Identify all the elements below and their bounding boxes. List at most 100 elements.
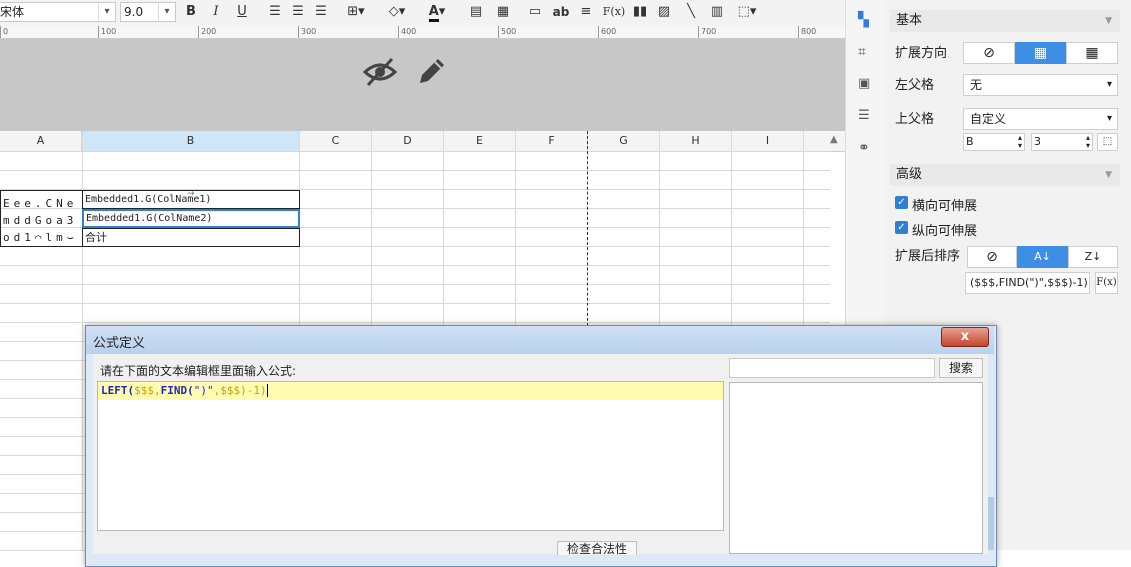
h-extend-checkbox[interactable]: ✓ [895, 196, 908, 209]
ruler-tick: 400 [398, 26, 416, 38]
column-header-e[interactable]: E [444, 131, 516, 151]
italic-button[interactable]: I [208, 3, 224, 21]
chevron-down-icon: ▾ [98, 3, 115, 21]
cell-style-icon[interactable]: ⌗ [858, 44, 874, 60]
column-header-c[interactable]: C [300, 131, 372, 151]
h-extend-label: 横向可伸展 [912, 199, 978, 214]
check-validity-button[interactable]: 检查合法性 [557, 541, 637, 555]
column-header-d[interactable]: D [372, 131, 444, 151]
subreport-icon[interactable]: ▥ [708, 3, 726, 21]
expand-arrow-icon: → [187, 189, 195, 199]
sort-descending-button[interactable]: Z↓ [1068, 246, 1118, 268]
column-header-i[interactable]: I [732, 131, 804, 151]
condition-icon[interactable]: ☰ [858, 108, 874, 124]
scrollbar[interactable] [988, 497, 994, 550]
up-parent-column-input[interactable]: B ▴ ▾ [963, 133, 1025, 151]
column-header-b[interactable]: B [82, 131, 300, 151]
underline-button[interactable]: U [234, 3, 250, 21]
sort-label: 扩展后排序 [895, 249, 961, 264]
fill-color-icon[interactable]: ◇▾ [383, 3, 411, 21]
formula-token: $$$, [134, 384, 161, 397]
insert-icon[interactable]: ▭ [526, 3, 544, 21]
up-parent-column-value: B [966, 135, 974, 148]
up-parent-label: 上父格 [895, 112, 935, 127]
chevron-down-icon: ▾ [1106, 113, 1112, 124]
widget-icon[interactable]: ⬚▾ [733, 3, 761, 21]
chart-icon[interactable]: ▮▮ [631, 3, 649, 21]
toolbar: 宋体 ▾ 9.0 ▾ B I U ☰ ☰ ☰ ⊞▾ ◇▾ A▾ ▤ ▦ ▭ ab… [0, 0, 845, 27]
function-list[interactable] [729, 382, 983, 554]
dialog-titlebar[interactable]: 公式定义 [86, 326, 994, 354]
edit-pencil-icon[interactable] [414, 55, 448, 89]
spinner-icon[interactable]: ▴ ▾ [1086, 134, 1090, 150]
font-size-select[interactable]: 9.0 ▾ [120, 2, 176, 22]
up-parent-value: 自定义 [970, 112, 1007, 126]
align-center-icon[interactable]: ☰ [289, 3, 307, 21]
hide-eye-icon[interactable] [362, 56, 398, 88]
bold-button[interactable]: B [183, 3, 199, 21]
select-cell-button[interactable]: ⬚ [1097, 133, 1118, 151]
left-parent-label: 左父格 [895, 78, 935, 93]
column-header-g[interactable]: G [588, 131, 660, 151]
dialog-prompt: 请在下面的文本编辑框里面输入公式: [100, 364, 297, 378]
collapse-icon: ▼ [1105, 170, 1112, 180]
hyperlink-icon[interactable]: ⚭ [858, 140, 874, 156]
cell-a3-merged[interactable]: Eee.CNe mddGoa3 od1⌒lm⌣ [0, 190, 82, 247]
sort-formula-button[interactable]: F(x) [1095, 272, 1118, 294]
font-name-value: 宋体 [0, 5, 25, 19]
ruler-tick: 600 [598, 26, 616, 38]
merge-cells-icon[interactable]: ▤ [467, 3, 485, 21]
expand-horizontal-button[interactable]: ▦ [1066, 42, 1118, 64]
spinner-icon[interactable]: ▴ ▾ [1018, 134, 1022, 150]
cell-b4-selected[interactable]: Embedded1.G(ColName2) [82, 209, 300, 228]
widget-settings-icon[interactable]: ▣ [858, 76, 874, 92]
border-icon[interactable]: ⊞▾ [342, 3, 370, 21]
paragraph-icon[interactable]: ≡ [577, 3, 595, 21]
sort-none-button[interactable]: ⊘ [967, 246, 1017, 268]
slash-icon[interactable]: ╲ [682, 3, 700, 21]
sort-ascending-button[interactable]: A↓ [1017, 246, 1068, 268]
up-parent-row-input[interactable]: 3 ▴ ▾ [1031, 133, 1093, 151]
search-button[interactable]: 搜索 [939, 358, 983, 378]
cell-a-line: mddGoa3 [3, 214, 78, 227]
column-header-row: A B C D E F G H I ▲ [0, 131, 845, 152]
collapse-icon: ▼ [1105, 16, 1112, 26]
cell-b5[interactable]: 合计 [82, 228, 300, 247]
formula-button[interactable]: F(x) [601, 3, 627, 21]
expand-direction-label: 扩展方向 [895, 46, 948, 61]
column-header-a[interactable]: A [0, 131, 82, 151]
left-parent-value: 无 [970, 78, 983, 92]
section-advanced-title: 高级 [896, 167, 923, 182]
formula-editor[interactable] [97, 381, 724, 531]
expand-vertical-button[interactable]: ▦ [1015, 42, 1066, 64]
page-header-area [0, 39, 845, 131]
ruler-tick: 700 [698, 26, 716, 38]
font-name-select[interactable]: 宋体 ▾ [0, 2, 116, 22]
section-basic-header[interactable]: 基本 ▼ [890, 10, 1120, 32]
scroll-up-icon[interactable]: ▲ [830, 134, 838, 145]
dialog-close-button[interactable]: x [941, 327, 989, 347]
image-icon[interactable]: ▨ [655, 3, 673, 21]
formula-editor-line[interactable]: LEFT($$$,FIND(")",$$$)-1)​ [98, 382, 723, 400]
split-cells-icon[interactable]: ▦ [494, 3, 512, 21]
font-color-icon[interactable]: A▾ [422, 3, 452, 22]
cell-attributes-icon[interactable]: ▚ [858, 12, 874, 28]
column-header-f[interactable]: F [516, 131, 588, 151]
function-search-input[interactable] [729, 358, 935, 378]
cell-a-line: od1⌒lm⌣ [3, 231, 78, 244]
v-extend-checkbox[interactable]: ✓ [895, 221, 908, 234]
column-header-h[interactable]: H [660, 131, 732, 151]
section-basic-title: 基本 [896, 13, 923, 28]
text-button[interactable]: ab [550, 3, 572, 21]
align-right-icon[interactable]: ☰ [312, 3, 330, 21]
ruler-tick: 500 [498, 26, 516, 38]
section-advanced-header[interactable]: 高级 ▼ [890, 164, 1120, 186]
left-parent-select[interactable]: 无 ▾ [963, 74, 1118, 96]
expand-none-button[interactable]: ⊘ [963, 42, 1015, 64]
ruler-tick: 200 [198, 26, 216, 38]
sort-formula-field[interactable]: ($$$,FIND(")",$$$)-1) [965, 272, 1090, 294]
align-left-icon[interactable]: ☰ [266, 3, 284, 21]
up-parent-select[interactable]: 自定义 ▾ [963, 108, 1118, 130]
text-cursor: ​ [266, 384, 268, 397]
dialog-title: 公式定义 [93, 336, 146, 351]
